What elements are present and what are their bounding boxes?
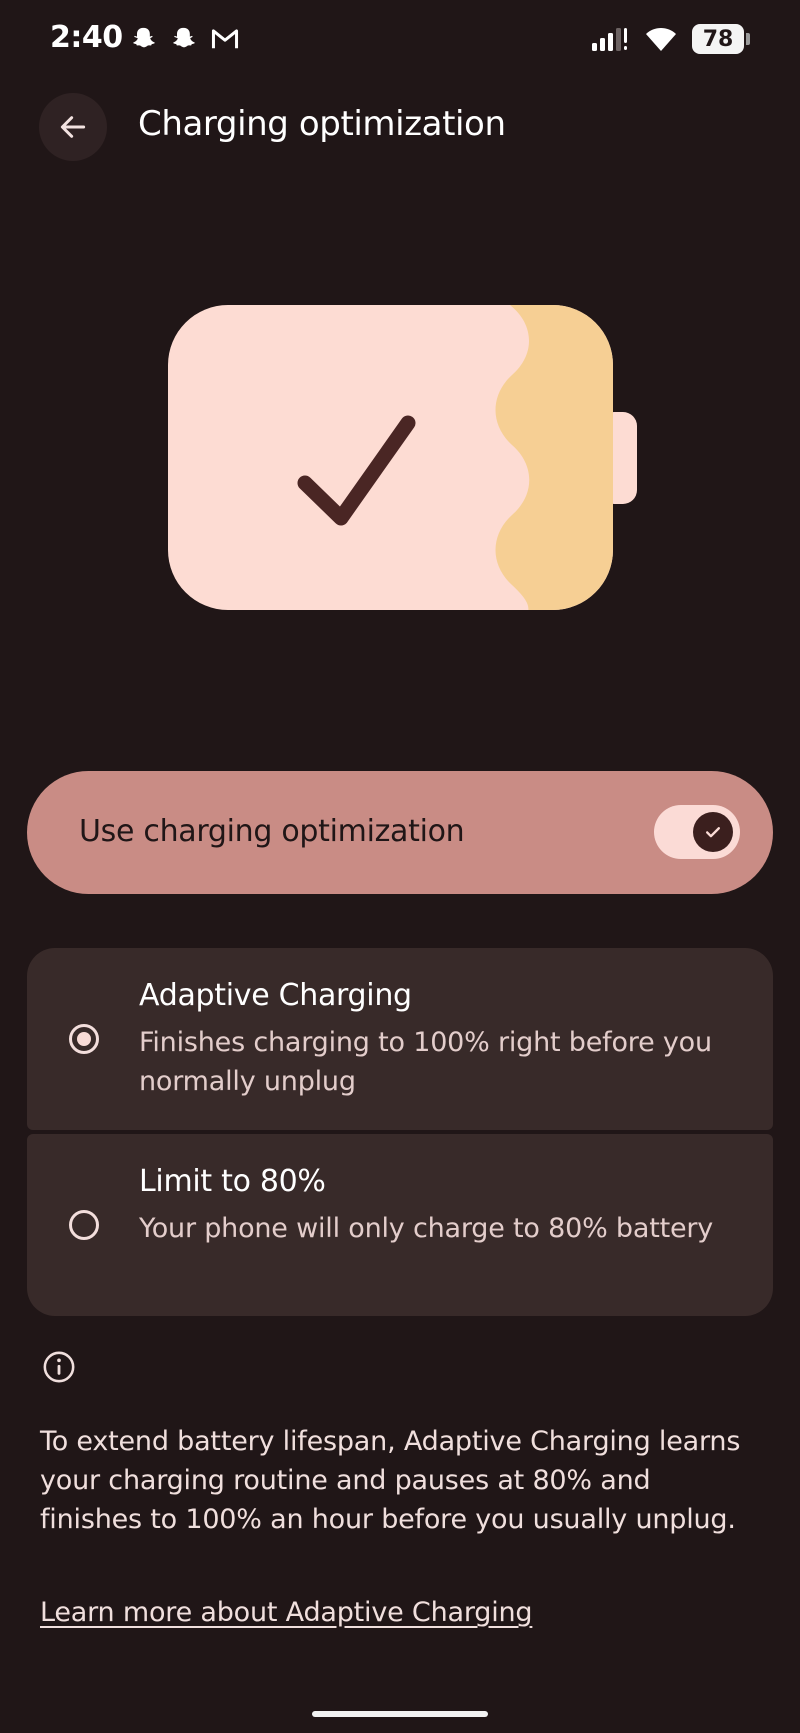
option-limit-80[interactable]: Limit to 80% Your phone will only charge… — [27, 1134, 773, 1316]
battery-level: 78 — [692, 24, 744, 54]
charging-mode-options: Adaptive Charging Finishes charging to 1… — [27, 948, 773, 1316]
option-title: Limit to 80% — [139, 1164, 326, 1199]
toggle-label: Use charging optimization — [79, 814, 465, 849]
radio-limit-80[interactable] — [69, 1210, 99, 1240]
check-icon — [706, 827, 720, 838]
gesture-navigation-bar[interactable] — [312, 1711, 488, 1717]
toggle-switch[interactable] — [654, 805, 740, 859]
info-text: To extend battery lifespan, Adaptive Cha… — [40, 1426, 741, 1535]
snapchat-icon — [173, 27, 195, 48]
radio-adaptive-charging[interactable] — [69, 1024, 99, 1054]
snapchat-icon — [133, 27, 155, 48]
battery-check-illustration — [168, 305, 637, 610]
signal-icon — [592, 28, 627, 51]
option-description: Your phone will only charge to 80% batte… — [139, 1213, 714, 1244]
notification-icons — [130, 25, 240, 53]
info-icon — [43, 1351, 75, 1383]
charging-optimization-toggle[interactable]: Use charging optimization — [27, 771, 773, 894]
system-icons: 78 — [590, 24, 750, 54]
arrow-back-icon — [60, 116, 86, 138]
option-adaptive-charging[interactable]: Adaptive Charging Finishes charging to 1… — [27, 948, 773, 1130]
battery-nub — [746, 33, 750, 45]
status-time: 2:40 — [50, 20, 123, 55]
learn-more-link[interactable]: Learn more about Adaptive Charging — [40, 1597, 533, 1628]
gmail-icon — [211, 29, 239, 49]
wifi-icon — [646, 28, 676, 51]
option-title: Adaptive Charging — [139, 978, 412, 1013]
status-bar: 2:40 78 — [0, 0, 800, 80]
switch-thumb — [693, 812, 733, 852]
page-title: Charging optimization — [138, 104, 506, 144]
back-button[interactable] — [39, 93, 107, 161]
battery-indicator: 78 — [692, 24, 750, 54]
option-description: Finishes charging to 100% right before y… — [139, 1027, 712, 1097]
